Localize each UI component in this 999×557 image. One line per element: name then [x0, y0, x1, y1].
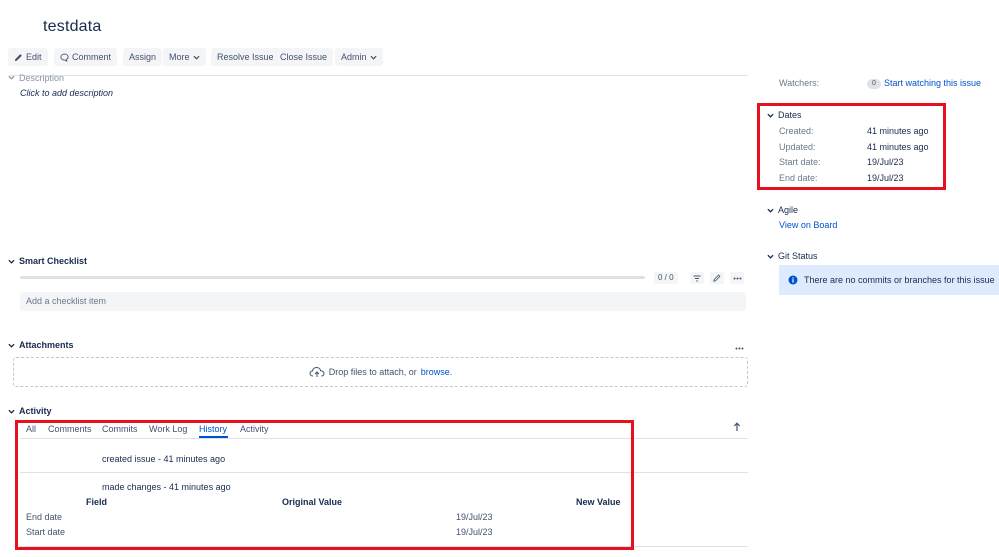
smart-checklist-title: Smart Checklist	[19, 256, 88, 266]
chevron-down-icon	[192, 55, 200, 60]
close-issue-label: Close Issue	[280, 52, 328, 62]
attachments-title: Attachments	[19, 340, 74, 350]
info-icon	[788, 275, 798, 285]
close-issue-button[interactable]: Close Issue	[274, 48, 334, 66]
more-options-icon[interactable]	[730, 272, 744, 284]
sort-arrow-up-icon[interactable]	[733, 422, 741, 434]
activity-title: Activity	[19, 406, 52, 416]
assign-button[interactable]: Assign	[123, 48, 163, 66]
issue-title: testdata	[43, 18, 102, 35]
checklist-add-item-input[interactable]: Add a checklist item	[20, 292, 746, 311]
filter-icon[interactable]	[690, 272, 704, 284]
agile-title: Agile	[778, 205, 799, 215]
browse-link[interactable]: browse.	[421, 367, 453, 377]
chevron-down-icon	[8, 259, 15, 264]
watchers-count-badge: 0	[867, 79, 881, 89]
git-status-info: There are no commits or branches for thi…	[779, 265, 999, 295]
watchers-label: Watchers:	[779, 78, 820, 88]
cloud-upload-icon	[309, 366, 325, 377]
description-placeholder[interactable]: Click to add description	[20, 88, 113, 98]
more-dropdown[interactable]: More	[163, 48, 206, 66]
resolve-issue-label: Resolve Issue	[217, 52, 274, 62]
attachments-header[interactable]: Attachments	[8, 340, 74, 350]
highlight-box-dates	[757, 103, 946, 190]
attachments-more-icon[interactable]	[735, 342, 744, 352]
git-status-title: Git Status	[778, 251, 818, 261]
activity-header[interactable]: Activity	[8, 406, 52, 416]
comment-button[interactable]: Comment	[54, 48, 118, 66]
description-label[interactable]: Description	[8, 73, 65, 83]
comment-icon	[60, 53, 69, 62]
more-dropdown-label: More	[169, 52, 190, 62]
git-status-header[interactable]: Git Status	[767, 251, 818, 261]
chevron-down-icon	[369, 55, 377, 60]
toolbar-divider	[10, 75, 748, 76]
chevron-down-icon	[767, 254, 774, 259]
view-on-board-link[interactable]: View on Board	[779, 220, 837, 230]
git-status-message: There are no commits or branches for thi…	[804, 275, 995, 285]
pencil-icon	[14, 53, 22, 61]
checklist-progress-count: 0 / 0	[654, 272, 678, 284]
chevron-down-icon	[8, 75, 15, 80]
dropzone-text: Drop files to attach, or	[328, 367, 417, 377]
agile-header[interactable]: Agile	[767, 205, 798, 215]
chevron-down-icon	[8, 343, 15, 348]
highlight-box-history	[15, 420, 634, 550]
chevron-down-icon	[8, 409, 15, 414]
resolve-issue-button[interactable]: Resolve Issue	[211, 48, 280, 66]
description-label-text: Description	[19, 73, 65, 83]
edit-button-label: Edit	[26, 52, 42, 62]
start-watching-link[interactable]: Start watching this issue	[884, 78, 981, 88]
admin-dropdown-label: Admin	[341, 52, 367, 62]
chevron-down-icon	[767, 208, 774, 213]
edit-checklist-icon[interactable]	[710, 272, 724, 284]
assign-button-label: Assign	[129, 52, 157, 62]
admin-dropdown[interactable]: Admin	[335, 48, 383, 66]
checklist-progress-bar	[20, 276, 645, 279]
attachment-dropzone[interactable]: Drop files to attach, or browse.	[13, 357, 748, 387]
edit-button[interactable]: Edit	[8, 48, 48, 66]
smart-checklist-header[interactable]: Smart Checklist	[8, 256, 87, 266]
comment-button-label: Comment	[72, 52, 112, 62]
